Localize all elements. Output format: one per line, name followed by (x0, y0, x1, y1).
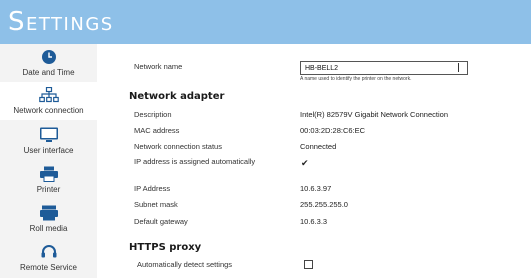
network-name-hint: A name used to identify the printer on t… (300, 76, 412, 82)
mac-address-row: MAC address 00:03:2D:28:C6:EC (97, 124, 531, 139)
description-value: Intel(R) 82579V Gigabit Network Connecti… (300, 110, 448, 119)
auto-detect-label: Automatically detect settings (137, 260, 233, 269)
network-icon (38, 87, 59, 103)
connection-status-row: Network connection status Connected (97, 140, 531, 155)
sidebar-item-label: Remote Service (20, 263, 77, 272)
subnet-mask-value: 255.255.255.0 (300, 200, 348, 209)
sidebar-item-date-and-time[interactable]: Date and Time (0, 44, 97, 82)
subnet-mask-row: Subnet mask 255.255.255.0 (97, 198, 531, 213)
roll-media-icon (39, 205, 58, 221)
network-name-label: Network name (134, 62, 183, 71)
description-row: Description Intel(R) 82579V Gigabit Netw… (97, 108, 531, 123)
sidebar-item-label: Roll media (29, 224, 68, 233)
monitor-icon (39, 127, 58, 142)
printer-icon (39, 166, 58, 182)
ip-address-value: 10.6.3.97 (300, 184, 332, 193)
sidebar-item-label: Network connection (13, 106, 84, 115)
headset-icon (41, 245, 56, 258)
sidebar-item-user-interface[interactable]: User interface (0, 122, 97, 160)
default-gateway-label: Default gateway (134, 217, 188, 226)
sidebar-item-roll-media[interactable]: Roll media (0, 200, 97, 238)
sidebar-item-label: Date and Time (22, 68, 75, 77)
sidebar-item-label: User interface (23, 146, 74, 155)
default-gateway-row: Default gateway 10.6.3.3 (97, 215, 531, 230)
clock-icon (41, 50, 56, 64)
mac-address-label: MAC address (134, 126, 180, 135)
mac-address-value: 00:03:2D:28:C6:EC (300, 126, 366, 135)
auto-detect-checkbox[interactable] (304, 260, 313, 269)
sidebar-item-label: Printer (36, 185, 61, 194)
connection-status-value: Connected (300, 142, 337, 151)
sidebar-item-printer[interactable]: Printer (0, 161, 97, 199)
auto-ip-checkmark-icon[interactable]: ✔ (301, 158, 309, 168)
https-proxy-heading: HTTPS proxy (129, 242, 202, 253)
app-header: Settings (0, 0, 531, 44)
subnet-mask-label: Subnet mask (134, 200, 178, 209)
network-adapter-heading: Network adapter (129, 91, 225, 102)
page-title: Settings (8, 7, 114, 37)
description-label: Description (134, 110, 172, 119)
ip-address-label: IP Address (134, 184, 171, 193)
sidebar-item-network-connection[interactable]: Network connection (0, 82, 97, 120)
default-gateway-value: 10.6.3.3 (300, 217, 328, 226)
sidebar-item-remote-service[interactable]: Remote Service (0, 239, 97, 277)
auto-ip-row: IP address is assigned automatically ✔ (97, 155, 531, 170)
auto-detect-row: Automatically detect settings (97, 258, 531, 273)
text-cursor-icon (458, 63, 459, 72)
ip-address-row: IP Address 10.6.3.97 (97, 182, 531, 197)
sidebar: Date and Time Network connection User in… (0, 44, 97, 278)
network-name-input[interactable] (300, 61, 468, 75)
settings-panel: Network name A name used to identify the… (97, 44, 531, 278)
auto-ip-label: IP address is assigned automatically (134, 157, 256, 166)
connection-status-label: Network connection status (134, 142, 222, 151)
